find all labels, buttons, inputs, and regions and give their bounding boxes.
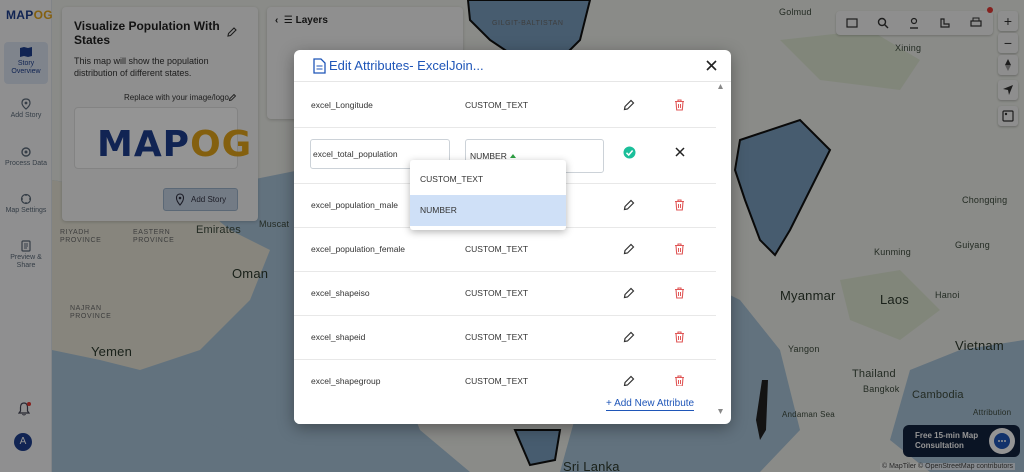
attribute-name: excel_population_male [311, 200, 398, 210]
attribute-row: excel_shapeid CUSTOM_TEXT [294, 316, 716, 360]
attribute-type: CUSTOM_TEXT [465, 376, 529, 386]
attribute-type: CUSTOM_TEXT [465, 288, 529, 298]
close-icon[interactable] [705, 59, 718, 72]
attribute-type: CUSTOM_TEXT [465, 332, 529, 342]
attribute-type: CUSTOM_TEXT [465, 100, 529, 110]
attribute-name: excel_shapeid [311, 332, 366, 342]
pencil-icon[interactable] [623, 243, 635, 255]
document-icon [313, 58, 326, 74]
pencil-icon[interactable] [623, 287, 635, 299]
add-new-attribute-button[interactable]: + Add New Attribute [606, 398, 695, 411]
modal-header: Edit Attributes- ExcelJoin... [294, 50, 731, 82]
check-circle-icon[interactable] [623, 146, 636, 159]
pencil-icon[interactable] [623, 99, 635, 111]
edit-attributes-modal: Edit Attributes- ExcelJoin... excel_Long… [294, 50, 731, 424]
modal-footer: + Add New Attribute [294, 386, 716, 424]
attribute-name: excel_shapegroup [311, 376, 381, 386]
attribute-name: excel_shapeiso [311, 288, 370, 298]
attribute-type: CUSTOM_TEXT [465, 244, 529, 254]
attribute-row: excel_shapeiso CUSTOM_TEXT [294, 272, 716, 316]
modal-scrollbar[interactable] [718, 84, 723, 414]
pencil-icon[interactable] [623, 331, 635, 343]
trash-icon[interactable] [674, 99, 685, 111]
trash-icon[interactable] [674, 287, 685, 299]
attribute-name: excel_population_female [311, 244, 406, 254]
caret-up-icon [509, 154, 516, 158]
attribute-type-dropdown: CUSTOM_TEXT NUMBER [410, 160, 566, 230]
dropdown-option-custom-text[interactable]: CUSTOM_TEXT [410, 164, 566, 195]
cancel-x-icon[interactable] [675, 147, 685, 157]
attribute-name: excel_Longitude [311, 100, 373, 110]
trash-icon[interactable] [674, 243, 685, 255]
modal-title: Edit Attributes- ExcelJoin... [329, 58, 484, 73]
dropdown-option-number[interactable]: NUMBER [410, 195, 566, 226]
trash-icon[interactable] [674, 199, 685, 211]
attribute-row: excel_Longitude CUSTOM_TEXT [294, 84, 716, 128]
attribute-row: excel_population_female CUSTOM_TEXT [294, 228, 716, 272]
pencil-icon[interactable] [623, 199, 635, 211]
trash-icon[interactable] [674, 331, 685, 343]
